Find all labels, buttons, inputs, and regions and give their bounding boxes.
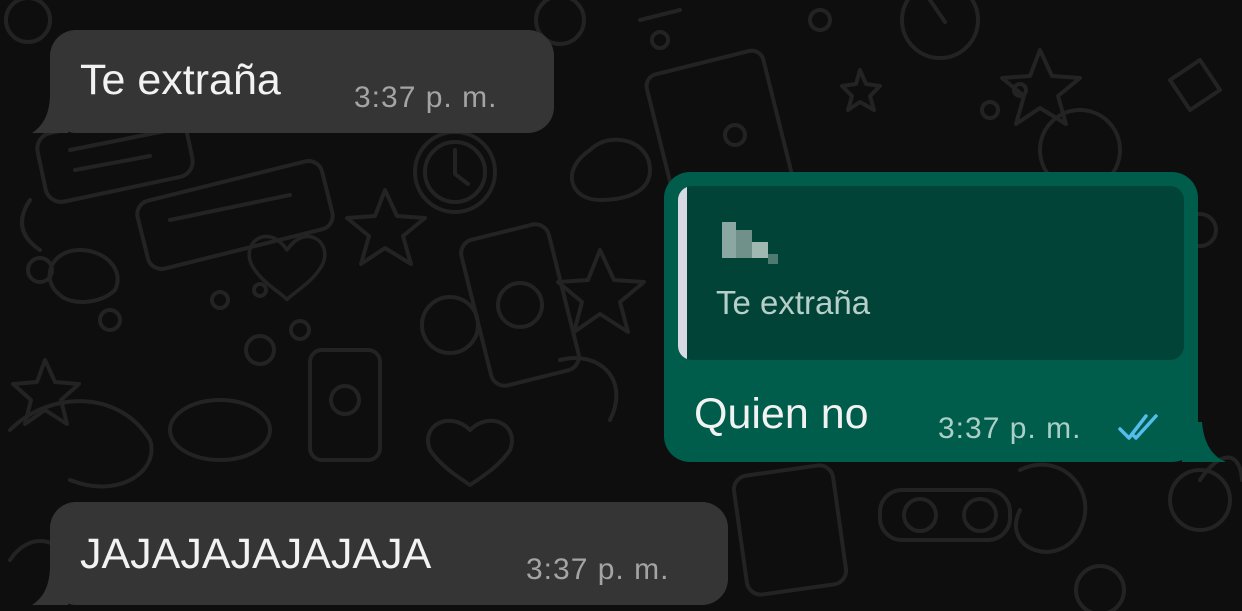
message-timestamp: 3:37 p. m. [938,412,1082,445]
bubble-tail [1182,422,1226,462]
bubble-tail [32,565,68,605]
message-text: Te extraña [80,56,281,104]
quote-accent-bar [678,186,687,360]
quoted-message-text: Te extraña [716,284,871,321]
message-text: JAJAJAJAJAJAJA [80,530,432,578]
quote-author-name-blurred [710,216,790,266]
message-bubble-incoming[interactable]: Te extraña 3:37 p. m. [32,30,554,133]
double-check-read-icon [1118,414,1158,440]
message-timestamp: 3:37 p. m. [526,553,670,586]
message-text: Quien no [694,390,869,438]
message-bubble-outgoing[interactable]: Te extraña Quien no 3:37 p. m. [664,172,1226,462]
quoted-message[interactable]: Te extraña [678,186,1184,360]
message-bubble-incoming[interactable]: JAJAJAJAJAJAJA 3:37 p. m. [32,502,728,605]
message-timestamp: 3:37 p. m. [354,81,498,114]
bubble-tail [32,93,68,133]
